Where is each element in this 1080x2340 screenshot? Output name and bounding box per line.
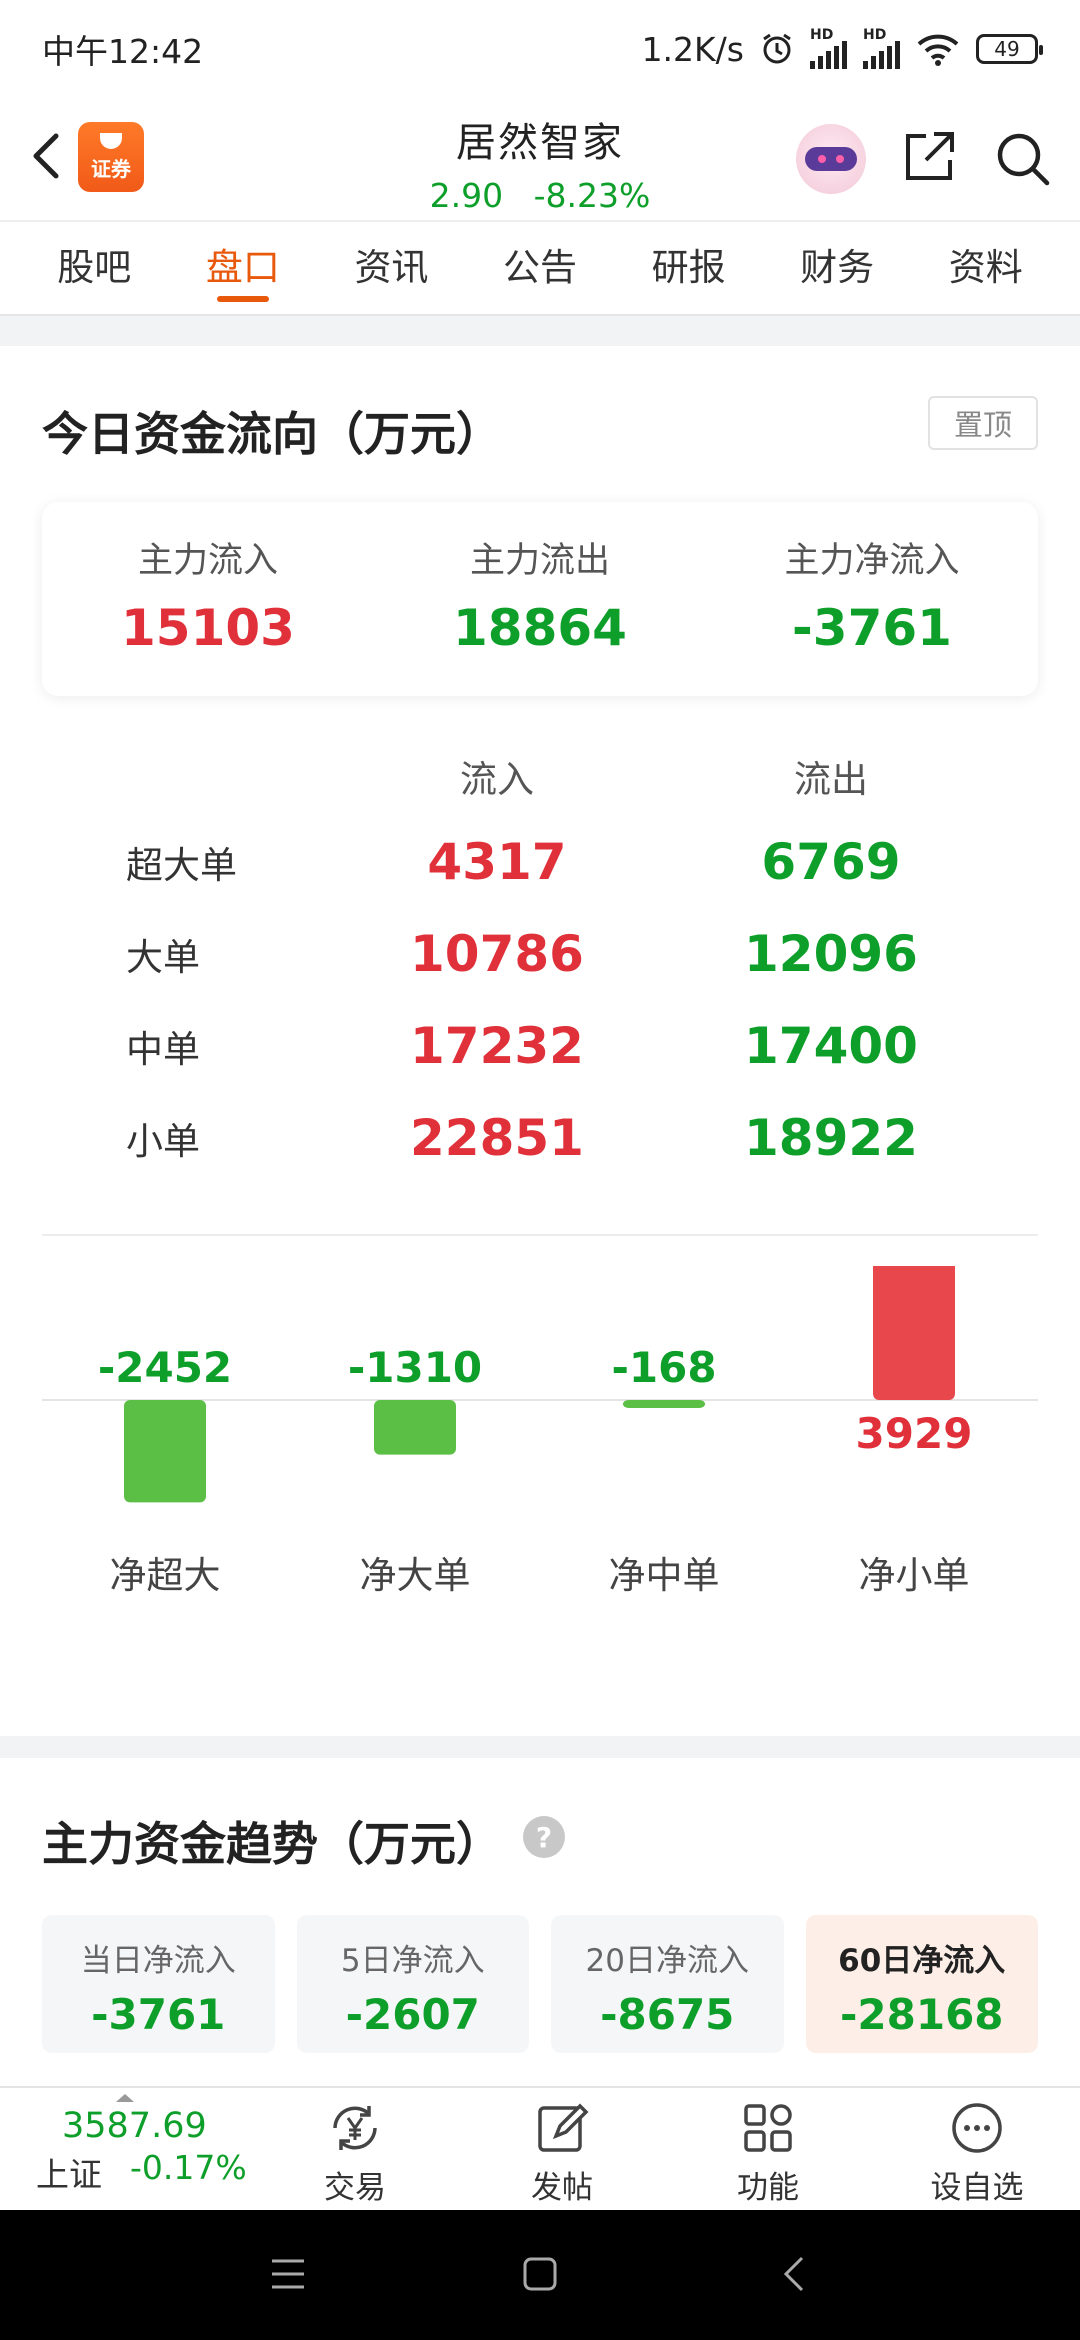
trend-box-5d[interactable]: 5日净流入 -2607 xyxy=(296,1915,529,2053)
chart-data-label-2: -1310 xyxy=(348,1343,482,1392)
edit-icon xyxy=(538,2103,589,2152)
tab-profile[interactable]: 资料 xyxy=(911,220,1060,316)
nav-add-watchlist[interactable]: 设自选 xyxy=(912,2098,1042,2207)
chart-category-label-3: 净中单 xyxy=(609,1554,720,1597)
net-flow-bar-chart: -2452 净超大 -1310 净大单 -168 净中单 3929 净小单 xyxy=(42,1266,1038,1597)
battery-icon: 49 xyxy=(976,34,1043,64)
index-name: 上证 xyxy=(36,2155,102,2194)
system-nav-bar xyxy=(0,2210,1080,2340)
tab-news[interactable]: 资讯 xyxy=(317,220,466,316)
menu-icon[interactable] xyxy=(268,2256,308,2292)
nav-post[interactable]: 发帖 xyxy=(497,2098,627,2207)
chart-data-label-4: 3929 xyxy=(856,1409,973,1458)
main-net-inflow: 主力净流入 -3761 xyxy=(784,541,960,657)
chart-bar-3 xyxy=(623,1400,705,1408)
table-row: 超大单 4317 6769 xyxy=(126,833,901,891)
tab-bar: 股吧 盘口 资讯 公告 研报 财务 资料 xyxy=(0,220,1080,316)
main-inflow: 主力流入 15103 xyxy=(121,541,295,657)
trend-box-60d[interactable]: 60日净流入 -28168 xyxy=(805,1915,1038,2053)
chart-bar-1 xyxy=(124,1400,206,1503)
stock-price: 2.90 xyxy=(429,176,504,215)
bottom-nav: 3587.69 上证 -0.17% 交易 发帖 功能 设自选 xyxy=(0,2086,1080,2210)
tab-pankou[interactable]: 盘口 xyxy=(169,220,318,316)
chart-data-label-1: -2452 xyxy=(98,1343,232,1392)
trend-title: 主力资金趋势（万元） xyxy=(42,1817,502,1871)
status-time: 中午12:42 xyxy=(42,32,204,71)
pin-top-button[interactable]: 置顶 xyxy=(928,396,1038,450)
status-bar: 中午12:42 1.2K/s HD HD 49 xyxy=(0,0,1080,98)
grid-icon xyxy=(744,2104,792,2152)
signal-2-icon: HD xyxy=(863,28,900,69)
tab-announcements[interactable]: 公告 xyxy=(466,220,615,316)
header-inflow: 流入 xyxy=(460,758,534,801)
wifi-icon xyxy=(917,34,959,66)
signal-1-icon: HD xyxy=(810,28,847,69)
fund-flow-title: 今日资金流向（万元） xyxy=(42,407,502,461)
share-icon[interactable] xyxy=(900,128,958,186)
search-icon[interactable] xyxy=(992,128,1052,188)
table-row: 小单 22851 18922 xyxy=(126,1109,918,1167)
tab-research[interactable]: 研报 xyxy=(614,220,763,316)
more-icon xyxy=(952,2103,1002,2153)
chart-category-label-4: 净小单 xyxy=(859,1554,970,1597)
trend-periods: 当日净流入 -3761 5日净流入 -2607 20日净流入 -8675 60日… xyxy=(42,1915,1038,2053)
chart-bar-2 xyxy=(374,1400,456,1455)
chart-category-label-2: 净大单 xyxy=(360,1554,471,1597)
trend-box-1d[interactable]: 当日净流入 -3761 xyxy=(42,1915,275,2053)
net-speed: 1.2K/s xyxy=(641,29,744,69)
tab-guba[interactable]: 股吧 xyxy=(20,220,169,316)
table-header: 流入 流出 xyxy=(0,736,1080,816)
chart-bar-4 xyxy=(873,1266,955,1400)
chart-data-label-3: -168 xyxy=(611,1343,716,1392)
divider xyxy=(42,1234,1038,1236)
caret-up-icon xyxy=(116,2094,134,2102)
index-value: 3587.69 xyxy=(62,2106,207,2146)
fund-flow-card: 今日资金流向（万元） 置顶 主力流入 15103 主力流出 18864 主力净流… xyxy=(0,346,1080,1736)
order-size-table: 流入 流出 超大单 4317 6769 大单 10786 12096 中单 17… xyxy=(0,736,1080,1184)
table-row: 中单 17232 17400 xyxy=(126,1017,918,1075)
yuan-exchange-icon xyxy=(333,2106,377,2150)
trend-box-20d[interactable]: 20日净流入 -8675 xyxy=(551,1915,784,2053)
index-change: -0.17% xyxy=(130,2148,247,2187)
stock-change: -8.23% xyxy=(533,176,651,215)
status-icons: 1.2K/s HD HD 49 xyxy=(641,28,1043,69)
assistant-avatar-icon[interactable] xyxy=(796,124,866,194)
help-icon[interactable]: ? xyxy=(523,1816,565,1858)
header-outflow: 流出 xyxy=(794,758,868,801)
main-force-summary: 主力流入 15103 主力流出 18864 主力净流入 -3761 xyxy=(42,502,1038,696)
trend-card: 主力资金趋势（万元） ? 当日净流入 -3761 5日净流入 -2607 20日… xyxy=(0,1758,1080,2088)
alarm-icon xyxy=(763,33,791,64)
app-header: 证券 居然智家 2.90 -8.23% xyxy=(0,98,1080,220)
home-icon[interactable] xyxy=(522,2256,558,2292)
chart-category-label-1: 净超大 xyxy=(110,1554,221,1597)
main-outflow: 主力流出 18864 xyxy=(453,541,627,657)
table-row: 大单 10786 12096 xyxy=(126,925,918,983)
nav-functions[interactable]: 功能 xyxy=(703,2098,833,2207)
tab-finance[interactable]: 财务 xyxy=(763,220,912,316)
nav-trade[interactable]: 交易 xyxy=(290,2098,420,2207)
index-ticker[interactable]: 3587.69 上证 -0.17% xyxy=(36,2094,266,2196)
back-nav-icon[interactable] xyxy=(780,2254,810,2294)
